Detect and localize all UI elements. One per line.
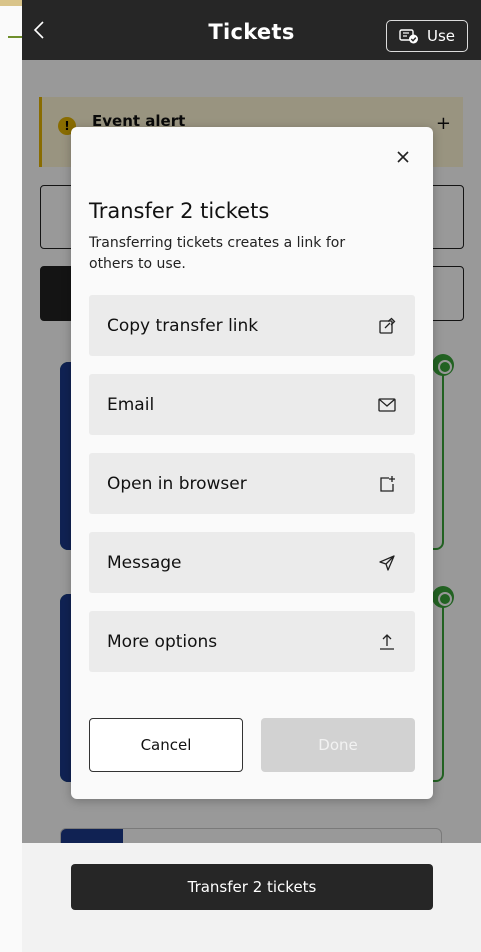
option-label: Message xyxy=(107,552,182,573)
more-options-option[interactable]: More options xyxy=(89,611,415,672)
message-option[interactable]: Message xyxy=(89,532,415,593)
mail-icon xyxy=(378,397,396,412)
share-upload-icon xyxy=(380,633,394,650)
left-edge-mark xyxy=(8,36,22,38)
ticket-check-icon xyxy=(399,29,418,44)
option-label: More options xyxy=(107,631,218,652)
option-label: Copy transfer link xyxy=(107,315,259,336)
use-label: Use xyxy=(426,27,456,45)
open-external-icon xyxy=(380,475,395,492)
transfer-tickets-button[interactable]: Transfer 2 tickets xyxy=(71,864,433,910)
app-header: Tickets Use xyxy=(22,0,481,60)
open-in-browser-option[interactable]: Open in browser xyxy=(89,453,415,514)
copy-link-icon xyxy=(379,317,396,334)
done-button[interactable]: Done xyxy=(261,718,415,772)
option-label: Open in browser xyxy=(107,473,247,494)
close-icon[interactable] xyxy=(393,147,413,167)
transfer-dialog: Transfer 2 tickets Transferring tickets … xyxy=(71,127,433,799)
send-icon xyxy=(379,554,395,571)
copy-transfer-link-option[interactable]: Copy transfer link xyxy=(89,295,415,356)
cancel-button[interactable]: Cancel xyxy=(89,718,243,772)
option-label: Email xyxy=(107,394,155,415)
dialog-title: Transfer 2 tickets xyxy=(89,199,270,223)
use-button[interactable]: Use xyxy=(386,20,468,52)
email-option[interactable]: Email xyxy=(89,374,415,435)
left-edge-strip xyxy=(0,0,22,952)
dialog-description: Transferring tickets creates a link for … xyxy=(89,235,346,272)
